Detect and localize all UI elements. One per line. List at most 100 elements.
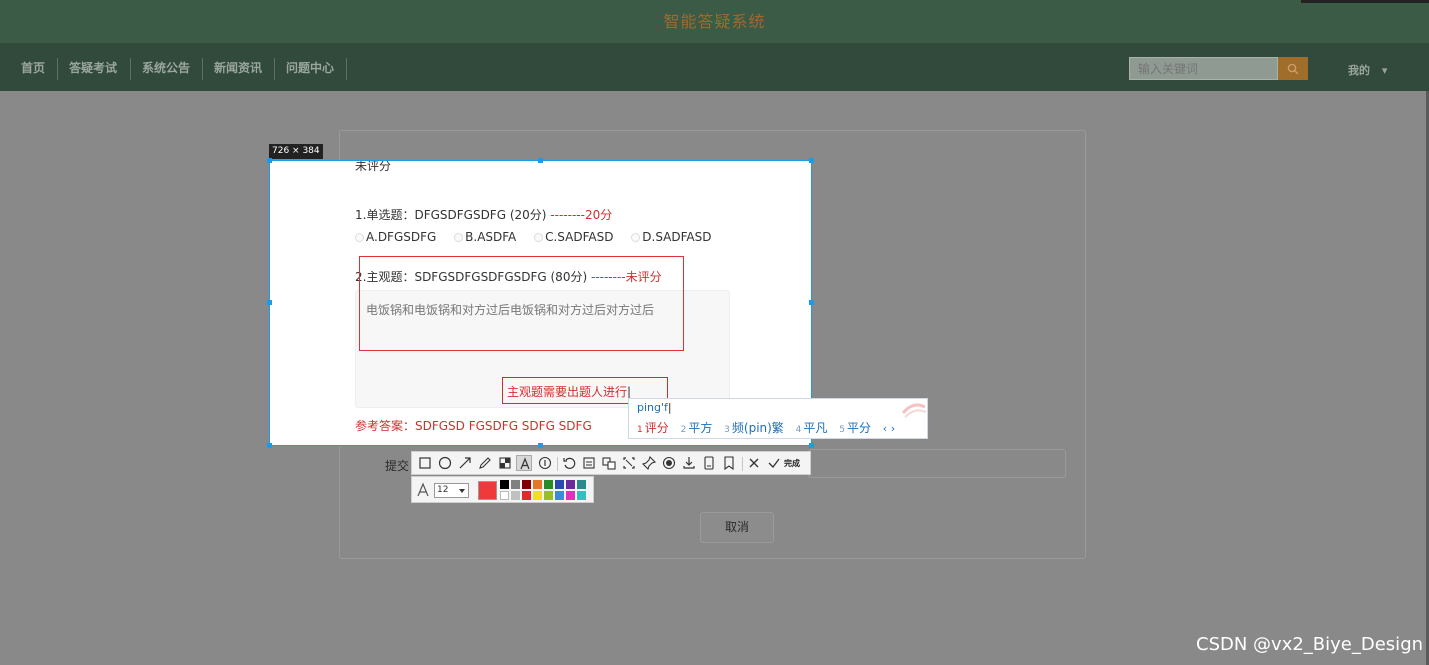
ellipse-tool-icon[interactable]	[437, 455, 453, 471]
resize-handle[interactable]	[267, 443, 272, 448]
color-swatch[interactable]	[566, 491, 575, 500]
cancel-button[interactable]: 取消	[700, 512, 774, 543]
pin-icon[interactable]	[641, 455, 657, 471]
resize-handle[interactable]	[809, 300, 814, 305]
nav-divider	[274, 58, 275, 80]
submit-field[interactable]	[808, 449, 1066, 478]
top-edge-line	[1301, 0, 1429, 3]
chevron-down-icon: ▾	[1381, 64, 1388, 77]
resize-handle[interactable]	[538, 443, 543, 448]
toolbar-divider	[742, 457, 743, 471]
bookmark-icon[interactable]	[721, 455, 737, 471]
pen-tool-icon[interactable]	[477, 455, 493, 471]
nav-item-questions[interactable]: 问题中心	[286, 59, 334, 76]
nav-item-news[interactable]: 新闻资讯	[214, 59, 262, 76]
candidate-text: 平方	[688, 421, 713, 435]
color-swatch[interactable]	[500, 491, 509, 500]
long-screenshot-icon[interactable]	[621, 455, 637, 471]
font-size-select[interactable]: 12	[434, 483, 469, 498]
record-icon[interactable]	[661, 455, 677, 471]
ime-candidate-window: ping'f| 1 评分 2 平方 3 频(pin)繁 4 平凡 5 平分 ‹ ›	[628, 398, 928, 439]
reference-answer: 参考答案：SDFGSD FGSDFG SDFG SDFG	[355, 419, 592, 433]
candidate-number: 5	[839, 425, 845, 435]
color-swatch[interactable]	[577, 480, 586, 489]
rectangle-tool-icon[interactable]	[417, 455, 433, 471]
resize-handle[interactable]	[538, 158, 543, 163]
option-c[interactable]: C.SADFASD	[534, 230, 613, 244]
header-bar: 智能答疑系统	[0, 0, 1429, 43]
ime-candidate-2[interactable]: 2 平方	[681, 421, 713, 435]
nav-divider	[346, 58, 347, 80]
resize-handle[interactable]	[267, 300, 272, 305]
close-icon[interactable]	[746, 455, 762, 471]
candidate-text: 平分	[846, 421, 871, 435]
check-icon[interactable]	[766, 455, 782, 471]
color-swatch[interactable]	[544, 480, 553, 489]
ime-page-arrows[interactable]: ‹ ›	[883, 422, 895, 435]
option-a[interactable]: A.DFGSDFG	[355, 230, 436, 244]
ime-candidate-3[interactable]: 3 频(pin)繁	[724, 421, 784, 435]
question-1-score: --------20分	[550, 208, 613, 222]
ocr-icon[interactable]	[581, 455, 597, 471]
done-button[interactable]: 完成	[784, 458, 800, 469]
radio-icon	[534, 233, 544, 242]
candidate-number: 3	[724, 425, 730, 435]
current-color-swatch[interactable]	[478, 481, 497, 500]
number-tool-icon[interactable]	[537, 455, 553, 471]
ime-candidate-4[interactable]: 4 平凡	[796, 421, 828, 435]
resize-handle[interactable]	[267, 158, 272, 163]
candidate-number: 4	[795, 425, 802, 435]
radio-icon	[631, 233, 641, 242]
nav-item-home[interactable]: 首页	[21, 59, 45, 76]
color-swatch[interactable]	[500, 480, 509, 489]
text-tool-icon[interactable]	[516, 455, 532, 471]
color-swatch[interactable]	[533, 480, 542, 489]
nav-divider	[202, 58, 203, 80]
search-icon	[1287, 63, 1299, 75]
color-swatch[interactable]	[511, 480, 520, 489]
rectangle-annotation[interactable]	[359, 256, 684, 351]
ime-candidate-list: 1 评分 2 平方 3 频(pin)繁 4 平凡 5 平分 ‹ ›	[637, 419, 895, 436]
ime-logo-icon	[901, 403, 927, 418]
resize-handle[interactable]	[809, 443, 814, 448]
color-swatch[interactable]	[555, 491, 564, 500]
candidate-number: 1	[637, 425, 643, 435]
selection-size-badge: 726 × 384	[269, 144, 323, 159]
site-title: 智能答疑系统	[663, 12, 766, 31]
color-swatch[interactable]	[511, 491, 520, 500]
search-button[interactable]	[1278, 57, 1308, 80]
color-swatch[interactable]	[555, 480, 564, 489]
arrow-tool-icon[interactable]	[457, 455, 473, 471]
user-menu[interactable]: 我的 ▾	[1348, 62, 1387, 78]
save-to-phone-icon[interactable]	[701, 455, 717, 471]
font-size-value: 12	[437, 485, 449, 495]
option-a-label: A.DFGSDFG	[366, 230, 437, 244]
color-swatch[interactable]	[533, 491, 542, 500]
color-swatch[interactable]	[522, 480, 531, 489]
candidate-text: 频(pin)繁	[731, 421, 784, 435]
option-d-label: D.SADFASD	[642, 230, 712, 244]
question-1: 1.单选题：DFGSDFGSDFG (20分) --------20分	[355, 206, 612, 223]
download-icon[interactable]	[681, 455, 697, 471]
translate-icon[interactable]	[601, 455, 617, 471]
mosaic-tool-icon[interactable]	[497, 455, 513, 471]
undo-icon[interactable]	[561, 455, 577, 471]
radio-icon	[355, 233, 364, 242]
color-swatch[interactable]	[522, 491, 531, 500]
color-swatch[interactable]	[566, 480, 575, 489]
nav-item-announcements[interactable]: 系统公告	[142, 59, 190, 76]
ime-candidate-1[interactable]: 1 评分	[637, 421, 669, 435]
resize-handle[interactable]	[809, 158, 814, 163]
radio-icon	[454, 233, 464, 242]
nav-item-exam[interactable]: 答疑考试	[69, 59, 117, 76]
screenshot-toolbar: 完成	[411, 451, 811, 475]
ime-candidate-5[interactable]: 5 平分	[839, 421, 871, 435]
color-swatch[interactable]	[577, 491, 586, 500]
candidate-text: 评分	[644, 421, 669, 435]
chevron-down-icon	[459, 489, 465, 493]
search-input[interactable]	[1129, 57, 1278, 80]
option-b[interactable]: B.ASDFA	[454, 230, 516, 244]
option-c-label: C.SADFASD	[545, 230, 614, 244]
color-swatch[interactable]	[544, 491, 553, 500]
option-d[interactable]: D.SADFASD	[631, 230, 712, 244]
